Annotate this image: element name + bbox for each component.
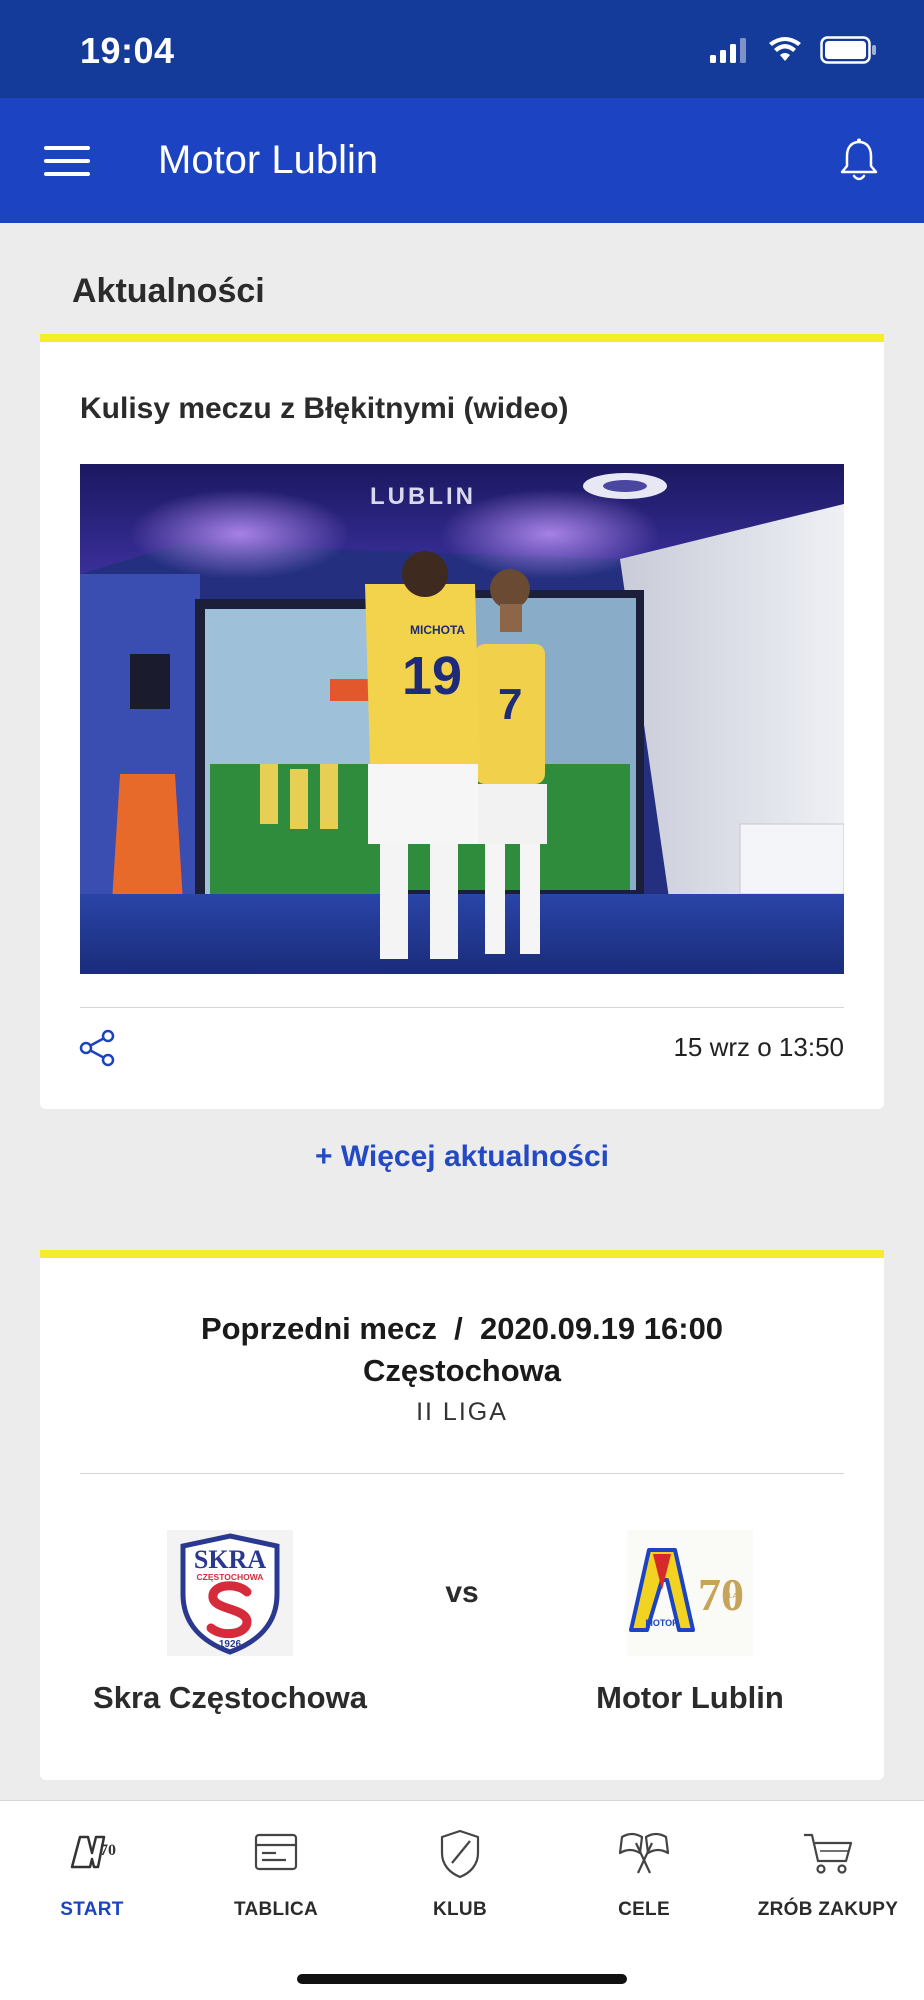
news-photo-illustration: LUBLIN 19 MICHOTA 7 (80, 464, 844, 974)
app-bar: Motor Lublin (0, 98, 924, 223)
status-time: 19:04 (80, 30, 175, 71)
battery-icon (820, 36, 876, 64)
match-datetime: Poprzedni mecz / 2020.09.19 16:00 (200, 1311, 724, 1346)
skra-logo-year: 1926 (219, 1639, 242, 1650)
club-crest-icon: 70 (70, 1835, 116, 1869)
menu-line (44, 146, 90, 150)
menu-line (44, 159, 90, 163)
home-team[interactable]: SKRA CZĘSTOCHOWA 1926 Skra Częstochowa (60, 1530, 400, 1716)
svg-text:MICHOTA: MICHOTA (410, 623, 465, 637)
svg-text:LUBLIN: LUBLIN (370, 483, 476, 510)
news-card[interactable]: Kulisy meczu z Błękitnymi (wideo) LUBLIN… (40, 334, 884, 1109)
hamburger-menu-icon[interactable] (44, 138, 90, 184)
svg-text:7: 7 (498, 680, 522, 729)
news-section-title: Aktualności (72, 272, 265, 310)
away-team-name: Motor Lublin (596, 1680, 784, 1715)
motor-lublin-logo: MOTOR 70 LAT (627, 1530, 753, 1656)
tab-tablica-label: TABLICA (233, 1899, 319, 1920)
status-icons (710, 36, 878, 64)
wifi-icon (769, 37, 801, 61)
home-indicator[interactable] (297, 1974, 627, 1984)
news-title[interactable]: Kulisy meczu z Błękitnymi (wideo) (80, 392, 568, 426)
shopping-cart-icon (804, 1833, 853, 1874)
tab-start[interactable]: 70 START (0, 1823, 184, 1933)
signal-icon (710, 38, 746, 63)
skra-logo-text: SKRA (194, 1545, 266, 1574)
tab-cele[interactable]: CELE (552, 1823, 736, 1933)
svg-text:19: 19 (402, 646, 462, 706)
tab-zrob-zakupy-label: ZRÓB ZAKUPY (757, 1899, 899, 1920)
tab-klub[interactable]: KLUB (368, 1823, 552, 1933)
bell-icon[interactable] (834, 136, 884, 186)
status-bar: 19:04 (0, 0, 924, 98)
tab-start-label: START (60, 1899, 124, 1920)
tab-klub-label: KLUB (433, 1899, 487, 1920)
match-league: II LIGA (416, 1398, 508, 1426)
match-header: Poprzedni mecz / 2020.09.19 16:00 Często… (40, 1308, 884, 1392)
flags-icon (618, 1832, 670, 1874)
tab-tablica[interactable]: TABLICA (184, 1823, 368, 1933)
home-team-name: Skra Częstochowa (93, 1680, 367, 1715)
board-icon (254, 1833, 298, 1871)
shield-icon (440, 1829, 480, 1879)
menu-line (44, 172, 90, 176)
more-news-link[interactable]: + Więcej aktualności (0, 1140, 924, 1174)
motor-logo-lat: LAT (729, 1593, 742, 1600)
tab-zrob-zakupy[interactable]: ZRÓB ZAKUPY (736, 1823, 920, 1933)
svg-text:70: 70 (100, 1842, 116, 1859)
share-icon[interactable] (78, 1028, 118, 1068)
away-team[interactable]: MOTOR 70 LAT Motor Lublin (520, 1530, 860, 1716)
news-image[interactable]: LUBLIN 19 MICHOTA 7 (80, 464, 844, 974)
tab-cele-label: CELE (618, 1899, 670, 1920)
bottom-tab-bar: 70 START TABLICA KLUB CELE ZRÓB ZAKUPY (0, 1800, 924, 2000)
motor-logo-text: MOTOR (645, 1618, 679, 1628)
match-divider (80, 1473, 844, 1474)
match-venue: Częstochowa (362, 1353, 562, 1388)
news-date: 15 wrz o 13:50 (673, 1032, 844, 1062)
app-title: Motor Lublin (158, 138, 379, 182)
news-divider (80, 1007, 844, 1008)
previous-match-card[interactable]: Poprzedni mecz / 2020.09.19 16:00 Często… (40, 1250, 884, 1780)
